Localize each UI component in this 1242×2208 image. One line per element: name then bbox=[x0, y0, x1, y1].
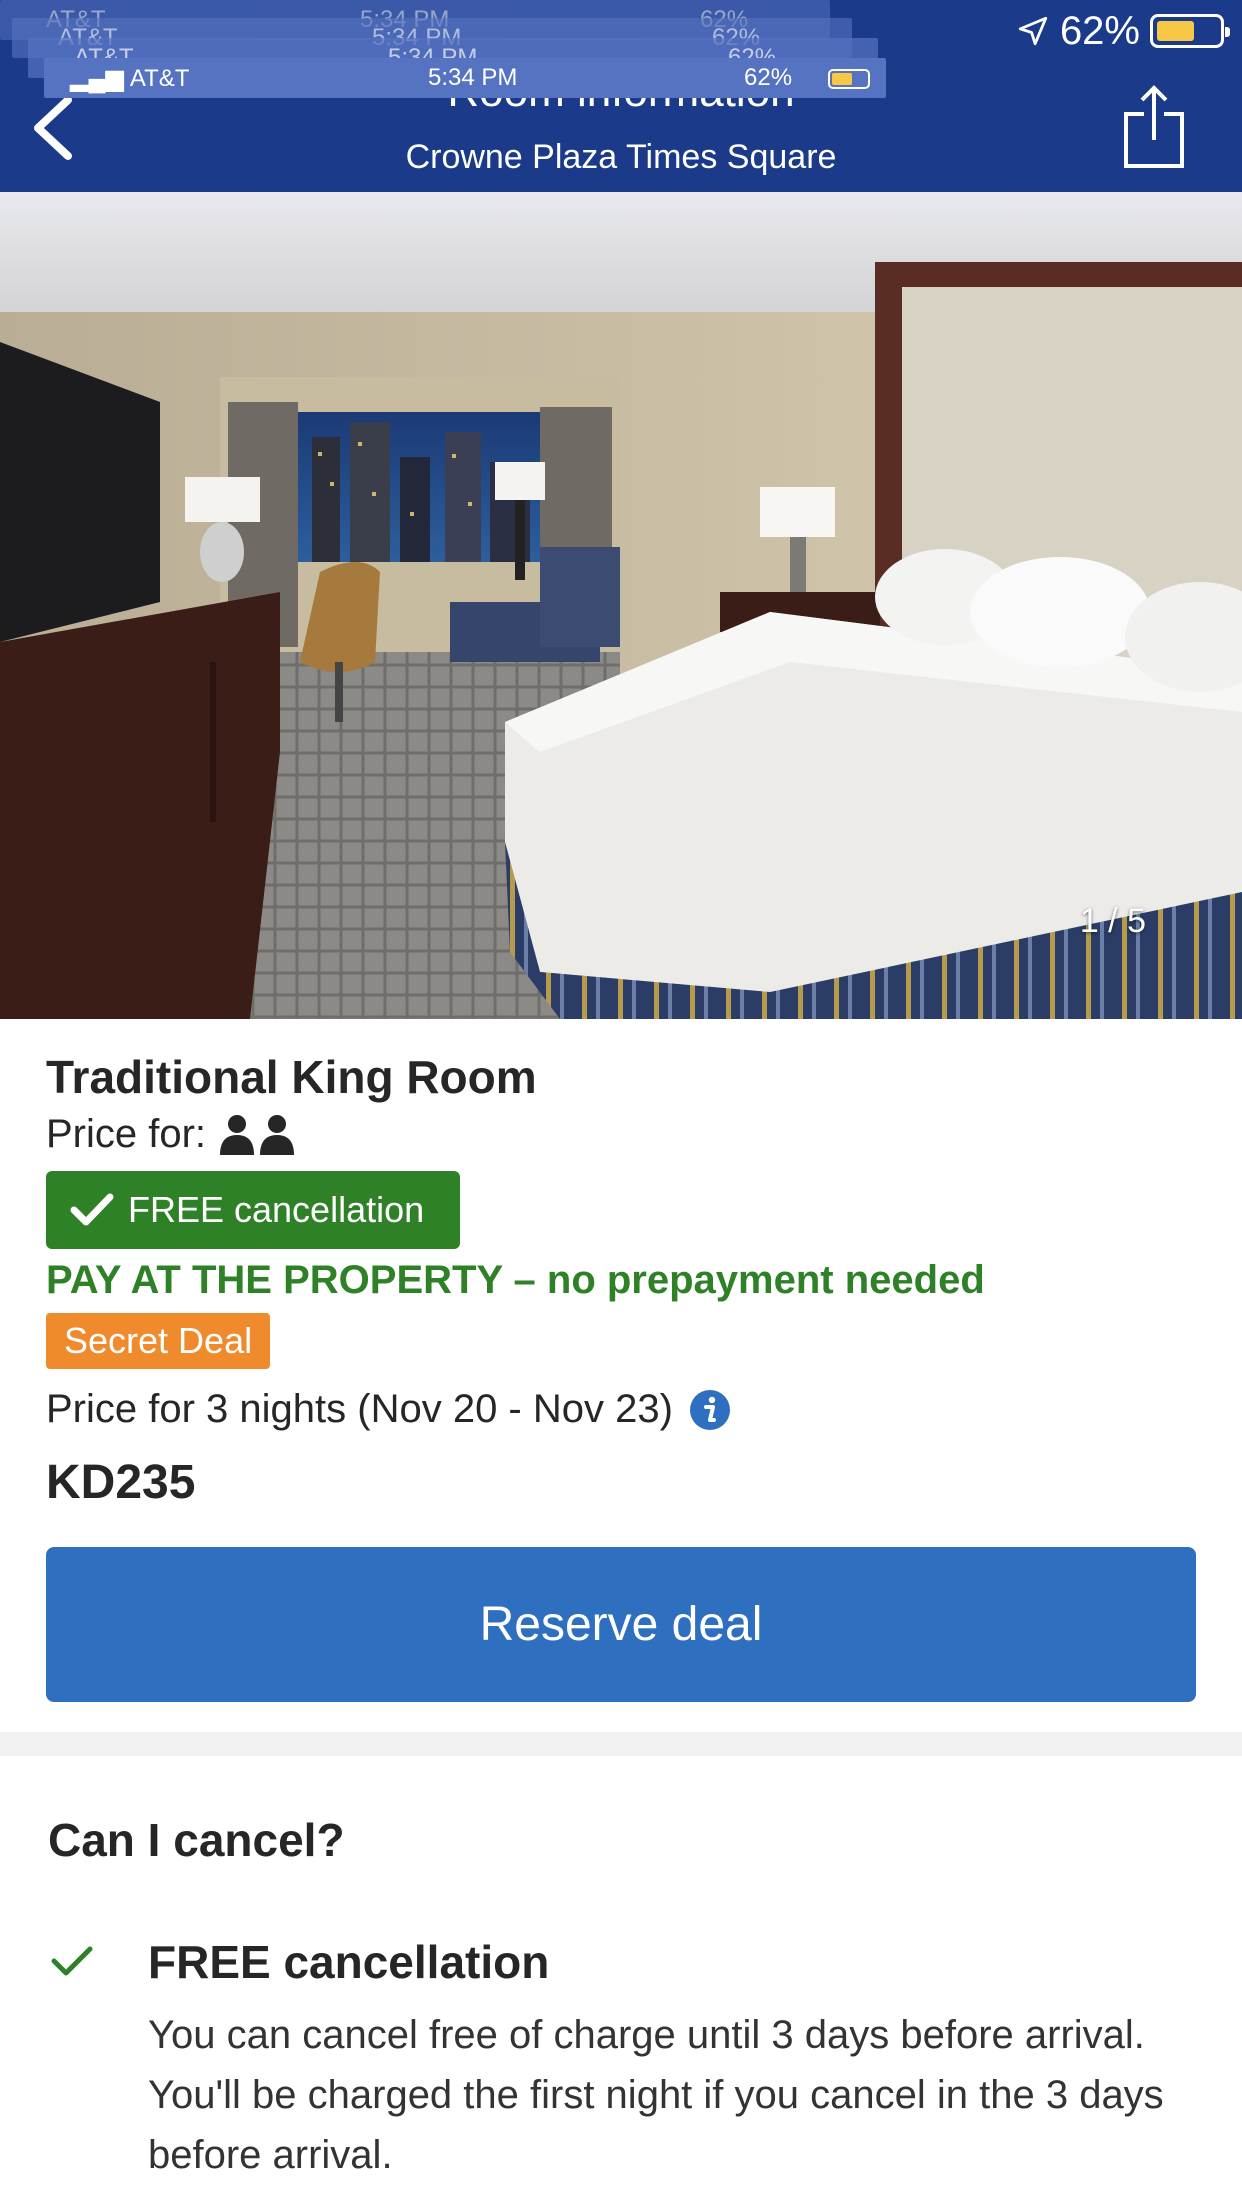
pay-at-property-text: PAY AT THE PROPERTY – no prepayment need… bbox=[46, 1258, 985, 1302]
price-for-label: Price for: bbox=[46, 1112, 207, 1156]
status-bar-ghost: ▂▄▆ AT&T 5:34 PM 62% bbox=[44, 58, 886, 98]
app-header: AT&T 5:34 PM 62% AT&T 5:34 PM 62% AT&T 5… bbox=[0, 0, 1242, 192]
battery-icon bbox=[828, 69, 870, 89]
location-arrow-icon bbox=[1018, 16, 1048, 46]
nights-row: Price for 3 nights (Nov 20 - Nov 23) bbox=[46, 1387, 731, 1432]
free-cancellation-badge: FREE cancellation bbox=[46, 1171, 460, 1249]
chevron-left-icon[interactable] bbox=[26, 90, 86, 166]
section-divider bbox=[0, 1732, 1242, 1756]
carrier-label: ▂▄▆ AT&T bbox=[70, 64, 190, 92]
hotel-name: Crowne Plaza Times Square bbox=[405, 138, 837, 176]
secret-deal-badge: Secret Deal bbox=[46, 1313, 271, 1369]
share-icon[interactable] bbox=[1122, 84, 1186, 170]
total-price: KD235 bbox=[46, 1456, 196, 1509]
room-name: Traditional King Room bbox=[46, 1051, 537, 1103]
cancel-policy-title: FREE cancellation bbox=[148, 1936, 550, 1988]
free-cancellation-label: FREE cancellation bbox=[128, 1189, 425, 1230]
nights-text: Price for 3 nights (Nov 20 - Nov 23) bbox=[46, 1387, 673, 1431]
cancel-section-title: Can I cancel? bbox=[48, 1814, 345, 1866]
time-label: 5:34 PM bbox=[428, 64, 518, 91]
signal-icon: ▂▄▆ bbox=[70, 64, 124, 92]
room-photo-carousel[interactable]: 1 / 5 bbox=[0, 192, 1242, 1019]
checkmark-icon bbox=[51, 1946, 93, 1976]
room-photo bbox=[0, 192, 1242, 1019]
battery-percent: 62% bbox=[1059, 8, 1140, 53]
status-bar-right: 62% bbox=[1016, 8, 1230, 53]
checkmark-icon bbox=[70, 1193, 114, 1226]
battery-label: 62% bbox=[744, 64, 793, 91]
photo-counter: 1 / 5 bbox=[1079, 902, 1146, 940]
info-icon[interactable] bbox=[689, 1389, 731, 1431]
price-for-row: Price for: bbox=[46, 1112, 298, 1157]
two-people-icon bbox=[220, 1114, 295, 1155]
reserve-deal-button[interactable]: Reserve deal bbox=[46, 1547, 1196, 1702]
cancel-policy-text: You can cancel free of charge until 3 da… bbox=[148, 2013, 1164, 2177]
battery-fill bbox=[1157, 21, 1195, 41]
battery-icon bbox=[1150, 14, 1230, 48]
